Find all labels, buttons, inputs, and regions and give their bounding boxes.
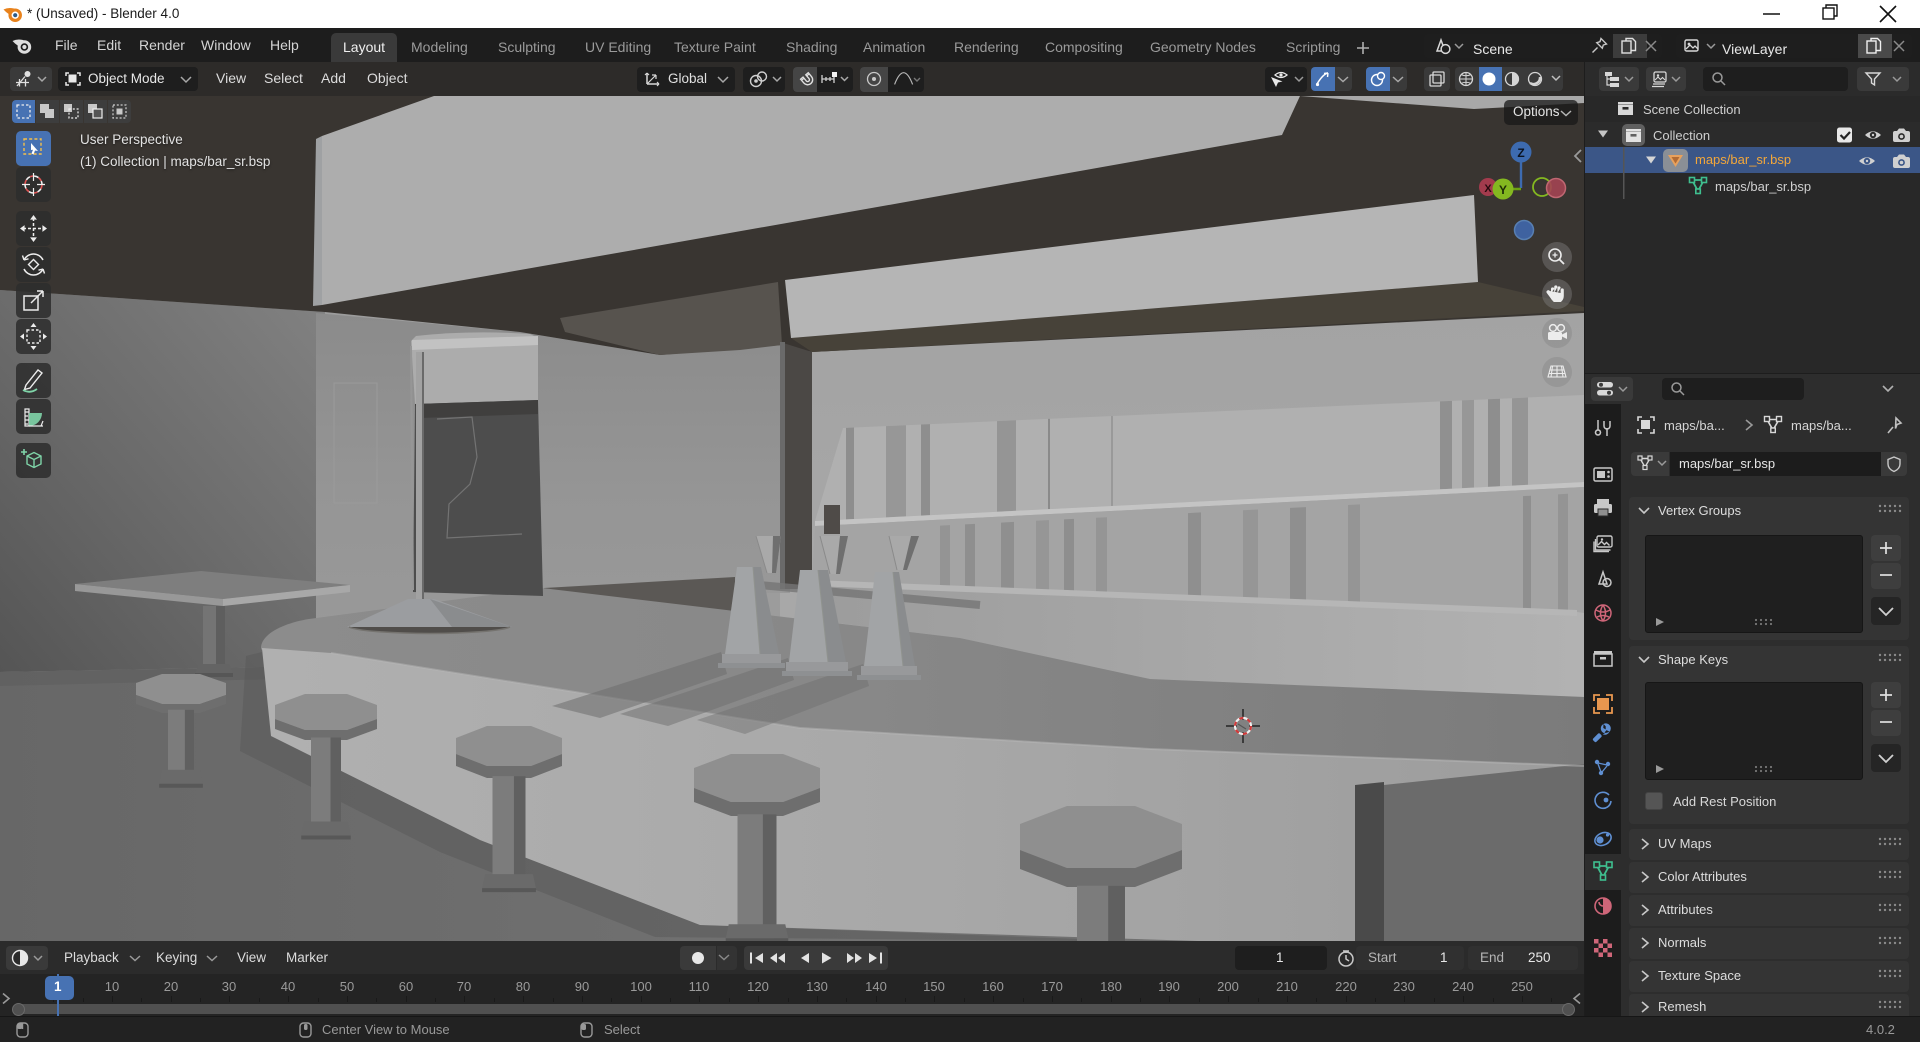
svg-text:Y: Y [1499,183,1507,197]
svg-text:Z: Z [1517,146,1524,160]
svg-text:X: X [1484,183,1492,195]
